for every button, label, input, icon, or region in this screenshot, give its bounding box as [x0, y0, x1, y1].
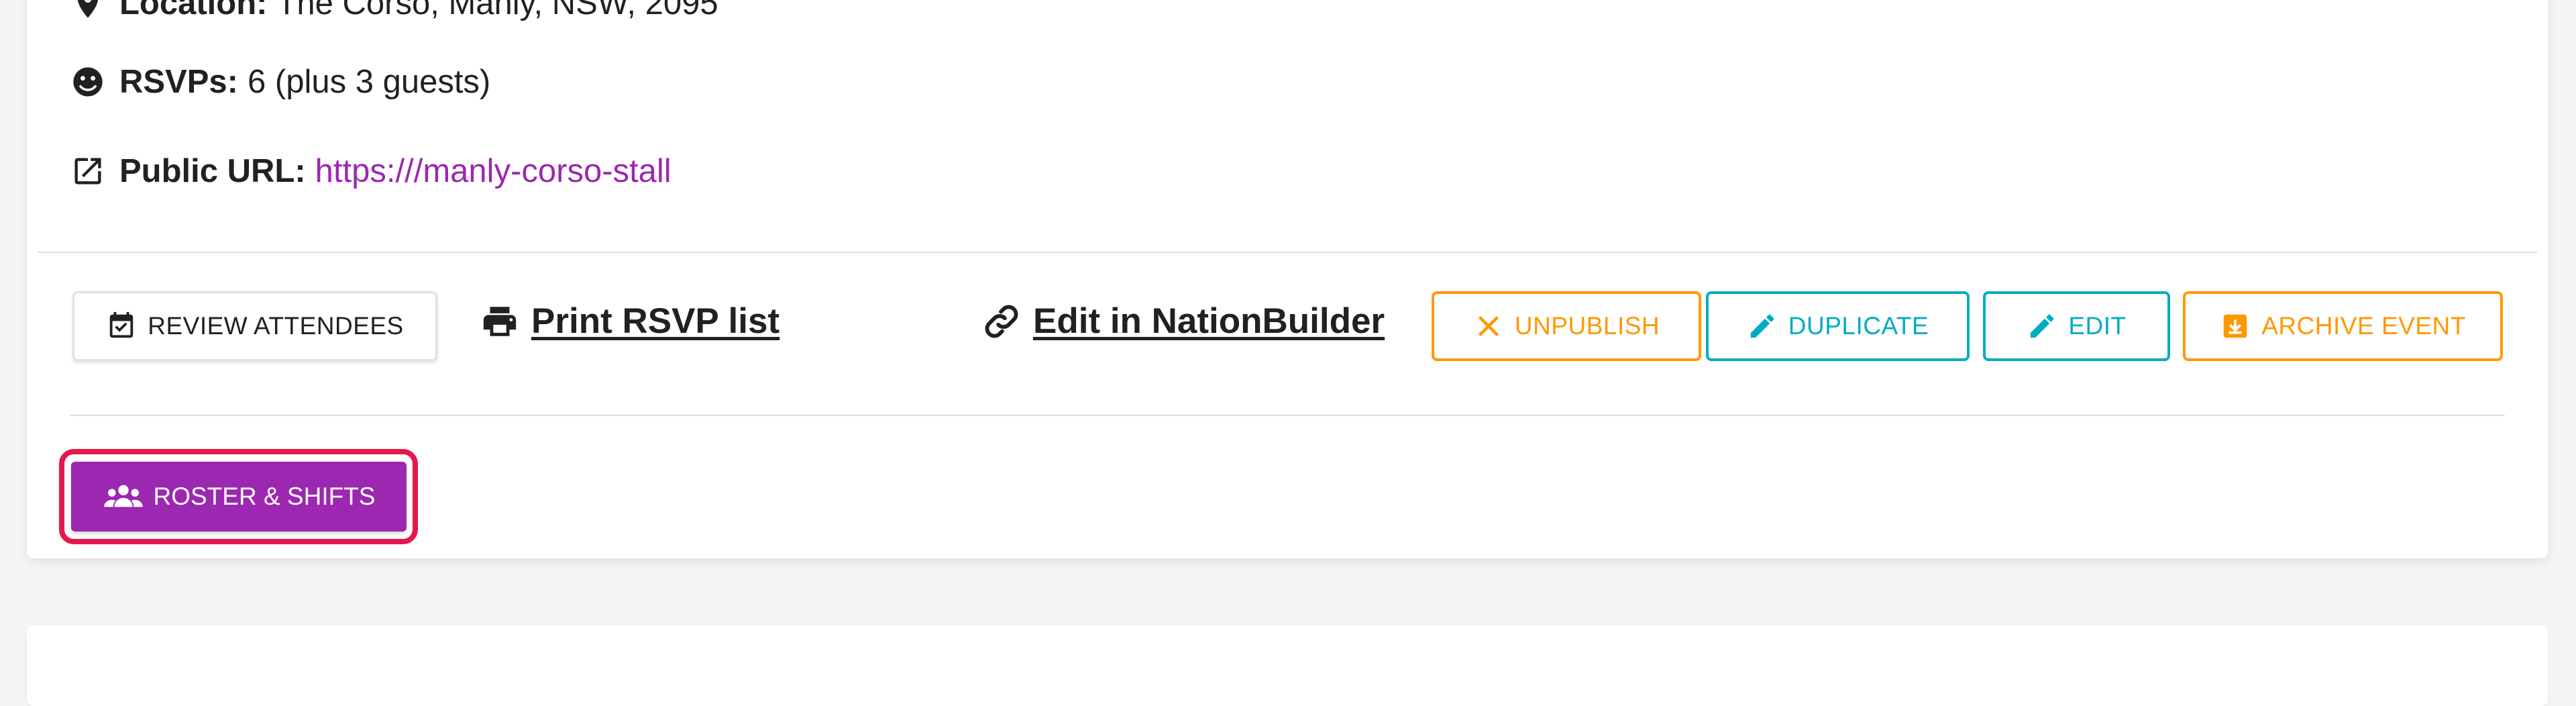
archive-box-icon: [2223, 314, 2247, 338]
review-attendees-button[interactable]: REVIEW ATTENDEES: [72, 291, 437, 361]
print-rsvp-link[interactable]: Print RSVP list: [480, 301, 780, 342]
edit-in-nationbuilder-label: Edit in NationBuilder: [1033, 301, 1385, 341]
rsvps-label: RSVPs:: [119, 64, 239, 100]
public-url-row: Public URL: https:///manly-corso-stall: [68, 152, 672, 191]
public-url-label: Public URL:: [119, 153, 306, 189]
printer-icon: [483, 306, 517, 336]
print-rsvp-label: Print RSVP list: [531, 301, 780, 341]
roster-shifts-label: ROSTER & SHIFTS: [153, 483, 376, 510]
rsvps-value: 6 (plus 3 guests): [248, 64, 491, 100]
duplicate-label: DUPLICATE: [1788, 312, 1929, 340]
location-value: The Corso, Manly, NSW, 2095: [276, 0, 718, 21]
section-divider: [38, 252, 2537, 253]
archive-event-button[interactable]: ARCHIVE EVENT: [2183, 291, 2503, 361]
map-pin-icon: [68, 0, 107, 23]
location-label: Location:: [119, 0, 268, 21]
actions-divider: [70, 415, 2505, 416]
unpublish-label: UNPUBLISH: [1514, 312, 1660, 340]
close-icon: [1478, 315, 1499, 337]
review-attendees-label: REVIEW ATTENDEES: [148, 312, 404, 340]
people-group-icon: [103, 485, 143, 507]
smiley-group-icon: [68, 62, 107, 101]
location-row: Location: The Corso, Manly, NSW, 2095: [68, 0, 718, 23]
next-card: [27, 625, 2548, 706]
edit-in-nationbuilder-link[interactable]: Edit in NationBuilder: [982, 301, 1385, 342]
edit-button[interactable]: EDIT: [1983, 291, 2170, 361]
archive-event-label: ARCHIVE EVENT: [2261, 312, 2466, 340]
edit-label: EDIT: [2068, 312, 2127, 340]
rsvps-row: RSVPs: 6 (plus 3 guests): [68, 62, 490, 101]
pencil-icon: [1750, 314, 1774, 338]
unpublish-button[interactable]: UNPUBLISH: [1432, 291, 1701, 361]
calendar-check-icon: [110, 311, 133, 338]
duplicate-button[interactable]: DUPLICATE: [1706, 291, 1970, 361]
external-link-icon: [68, 152, 107, 191]
chain-link-icon: [985, 305, 1018, 338]
public-url-link[interactable]: https:///manly-corso-stall: [315, 152, 672, 190]
roster-shifts-button[interactable]: ROSTER & SHIFTS: [71, 462, 407, 532]
pencil-icon: [2031, 314, 2054, 338]
